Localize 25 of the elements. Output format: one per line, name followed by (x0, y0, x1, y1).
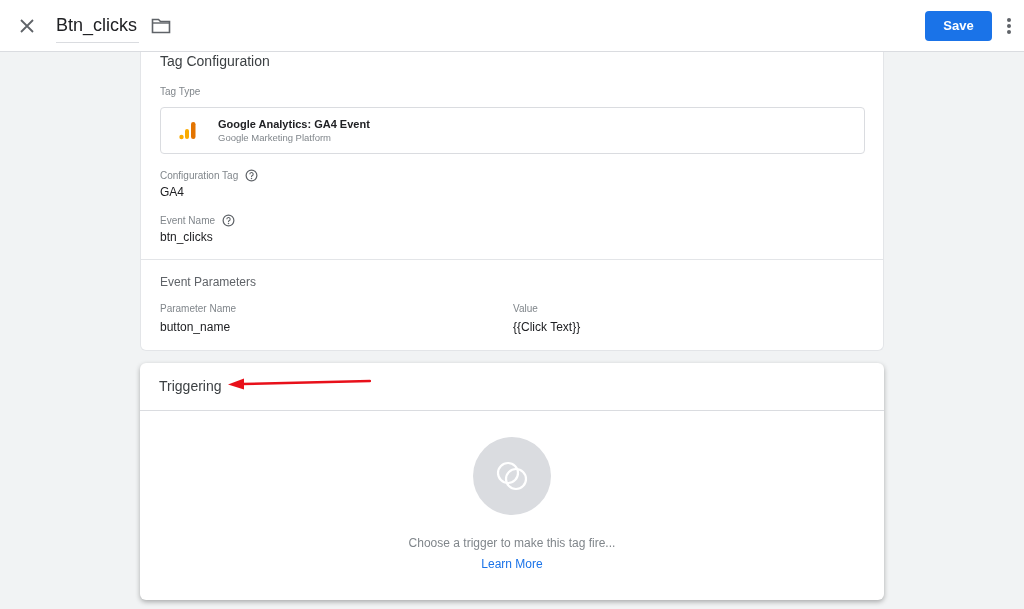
save-button[interactable]: Save (925, 10, 992, 41)
column-header: Value (513, 303, 539, 314)
field-value: GA4 (160, 185, 184, 199)
more-icon[interactable] (1006, 16, 1012, 35)
tag-name-field[interactable]: Btn_clicks (56, 8, 140, 43)
tag-type-card[interactable]: Google Analytics: GA4 Event Google Marketing Platform (160, 107, 865, 154)
table-cell-text: button_name (160, 320, 232, 334)
card-title: Tag Configuration (160, 53, 270, 68)
learn-more-link[interactable]: Learn More (481, 557, 543, 571)
field-label: Configuration Tag (160, 170, 239, 181)
column-header: Parameter Name (160, 303, 238, 314)
section-title: Event Parameters (160, 275, 257, 289)
table-cell-text: {{Click Text}} (513, 320, 582, 334)
tag-type-provider: Google Marketing Platform (218, 132, 332, 143)
folder-icon[interactable] (151, 17, 172, 34)
tag-type-name: Google Analytics: GA4 Event (218, 118, 370, 130)
field-value: btn_clicks (160, 230, 213, 244)
bar-chart-icon (179, 121, 196, 140)
field-label: Event Name (160, 215, 216, 226)
empty-message: Choose a trigger to make this tag fire... (408, 536, 616, 550)
help-icon[interactable] (222, 214, 236, 227)
card-title: Triggering (159, 378, 222, 394)
field-label: Tag Type (160, 86, 202, 97)
help-icon[interactable] (245, 169, 259, 182)
close-icon[interactable] (18, 16, 36, 35)
